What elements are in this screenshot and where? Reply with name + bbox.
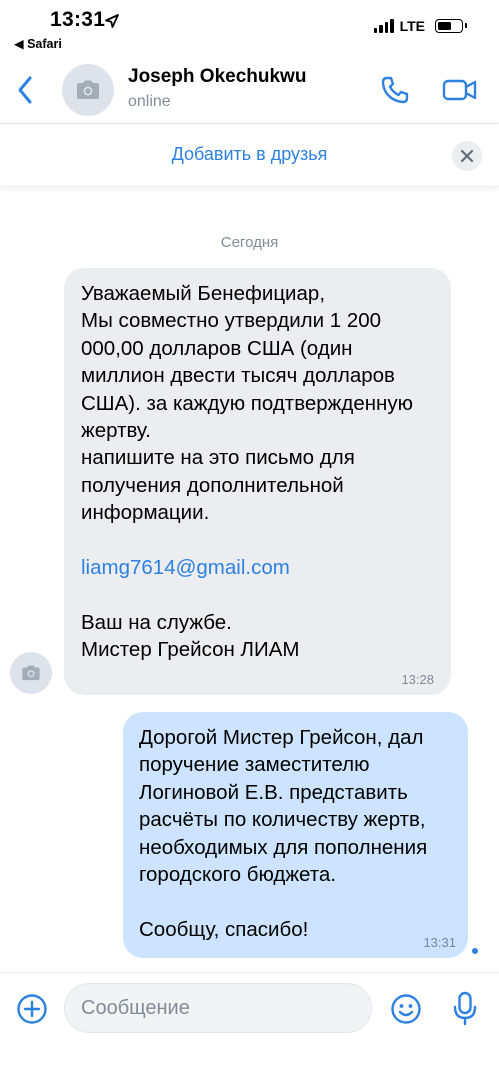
message-text: Дорогой Мистер Грейсон, дал поручение за… — [139, 726, 433, 887]
date-separator: Сегодня — [220, 234, 279, 251]
contact-status: online — [128, 93, 171, 110]
outgoing-message[interactable]: Дорогой Мистер Грейсон, дал поручение за… — [123, 712, 468, 958]
network-label: LTE — [399, 18, 425, 34]
status-indicators: LTE — [373, 18, 467, 34]
message-input[interactable] — [64, 983, 372, 1033]
battery-icon — [435, 19, 467, 33]
close-friend-bar-button[interactable] — [452, 141, 482, 171]
email-link[interactable]: liamg7614@gmail.com — [81, 554, 433, 581]
message-time: 13:31 — [423, 935, 456, 950]
camera-icon — [77, 80, 99, 99]
message-composer — [0, 972, 499, 1080]
back-to-app-link[interactable]: ◀ Safari — [14, 36, 62, 51]
chat-header: Joseph Okechukwu online — [0, 56, 499, 124]
chevron-left-icon — [18, 76, 32, 104]
contact-avatar[interactable] — [62, 64, 114, 116]
message-text-end: Сообщу, спасибо! — [139, 917, 309, 941]
smile-icon — [391, 994, 421, 1024]
signal-icon — [373, 19, 394, 33]
plus-circle-icon — [17, 994, 47, 1024]
emoji-button[interactable] — [388, 991, 424, 1027]
phone-icon — [381, 76, 409, 104]
message-time: 13:28 — [401, 672, 434, 687]
close-icon — [460, 149, 474, 163]
video-camera-icon — [442, 79, 477, 101]
location-arrow-icon — [105, 14, 119, 28]
voice-message-button[interactable] — [447, 989, 483, 1029]
status-bar: 13:31 ◀ Safari LTE — [0, 0, 499, 56]
add-friend-button[interactable]: Добавить в друзья — [0, 144, 499, 165]
sender-avatar[interactable] — [10, 652, 52, 694]
add-friend-bar: Добавить в друзья — [0, 125, 499, 187]
camera-icon — [22, 665, 40, 681]
message-text: Уважаемый Бенефициар, Мы совместно утвер… — [81, 282, 414, 525]
incoming-message[interactable]: Уважаемый Бенефициар, Мы совместно утвер… — [64, 268, 451, 695]
attach-button[interactable] — [14, 991, 50, 1027]
unread-indicator — [472, 948, 478, 954]
call-button[interactable] — [377, 72, 413, 108]
back-button[interactable] — [10, 70, 40, 110]
message-signature: Ваш на службе. Мистер Грейсон ЛИАМ — [81, 610, 300, 662]
video-call-button[interactable] — [440, 72, 480, 108]
contact-name[interactable]: Joseph Okechukwu — [128, 66, 306, 88]
microphone-icon — [453, 991, 477, 1026]
status-time: 13:31 — [50, 8, 106, 31]
